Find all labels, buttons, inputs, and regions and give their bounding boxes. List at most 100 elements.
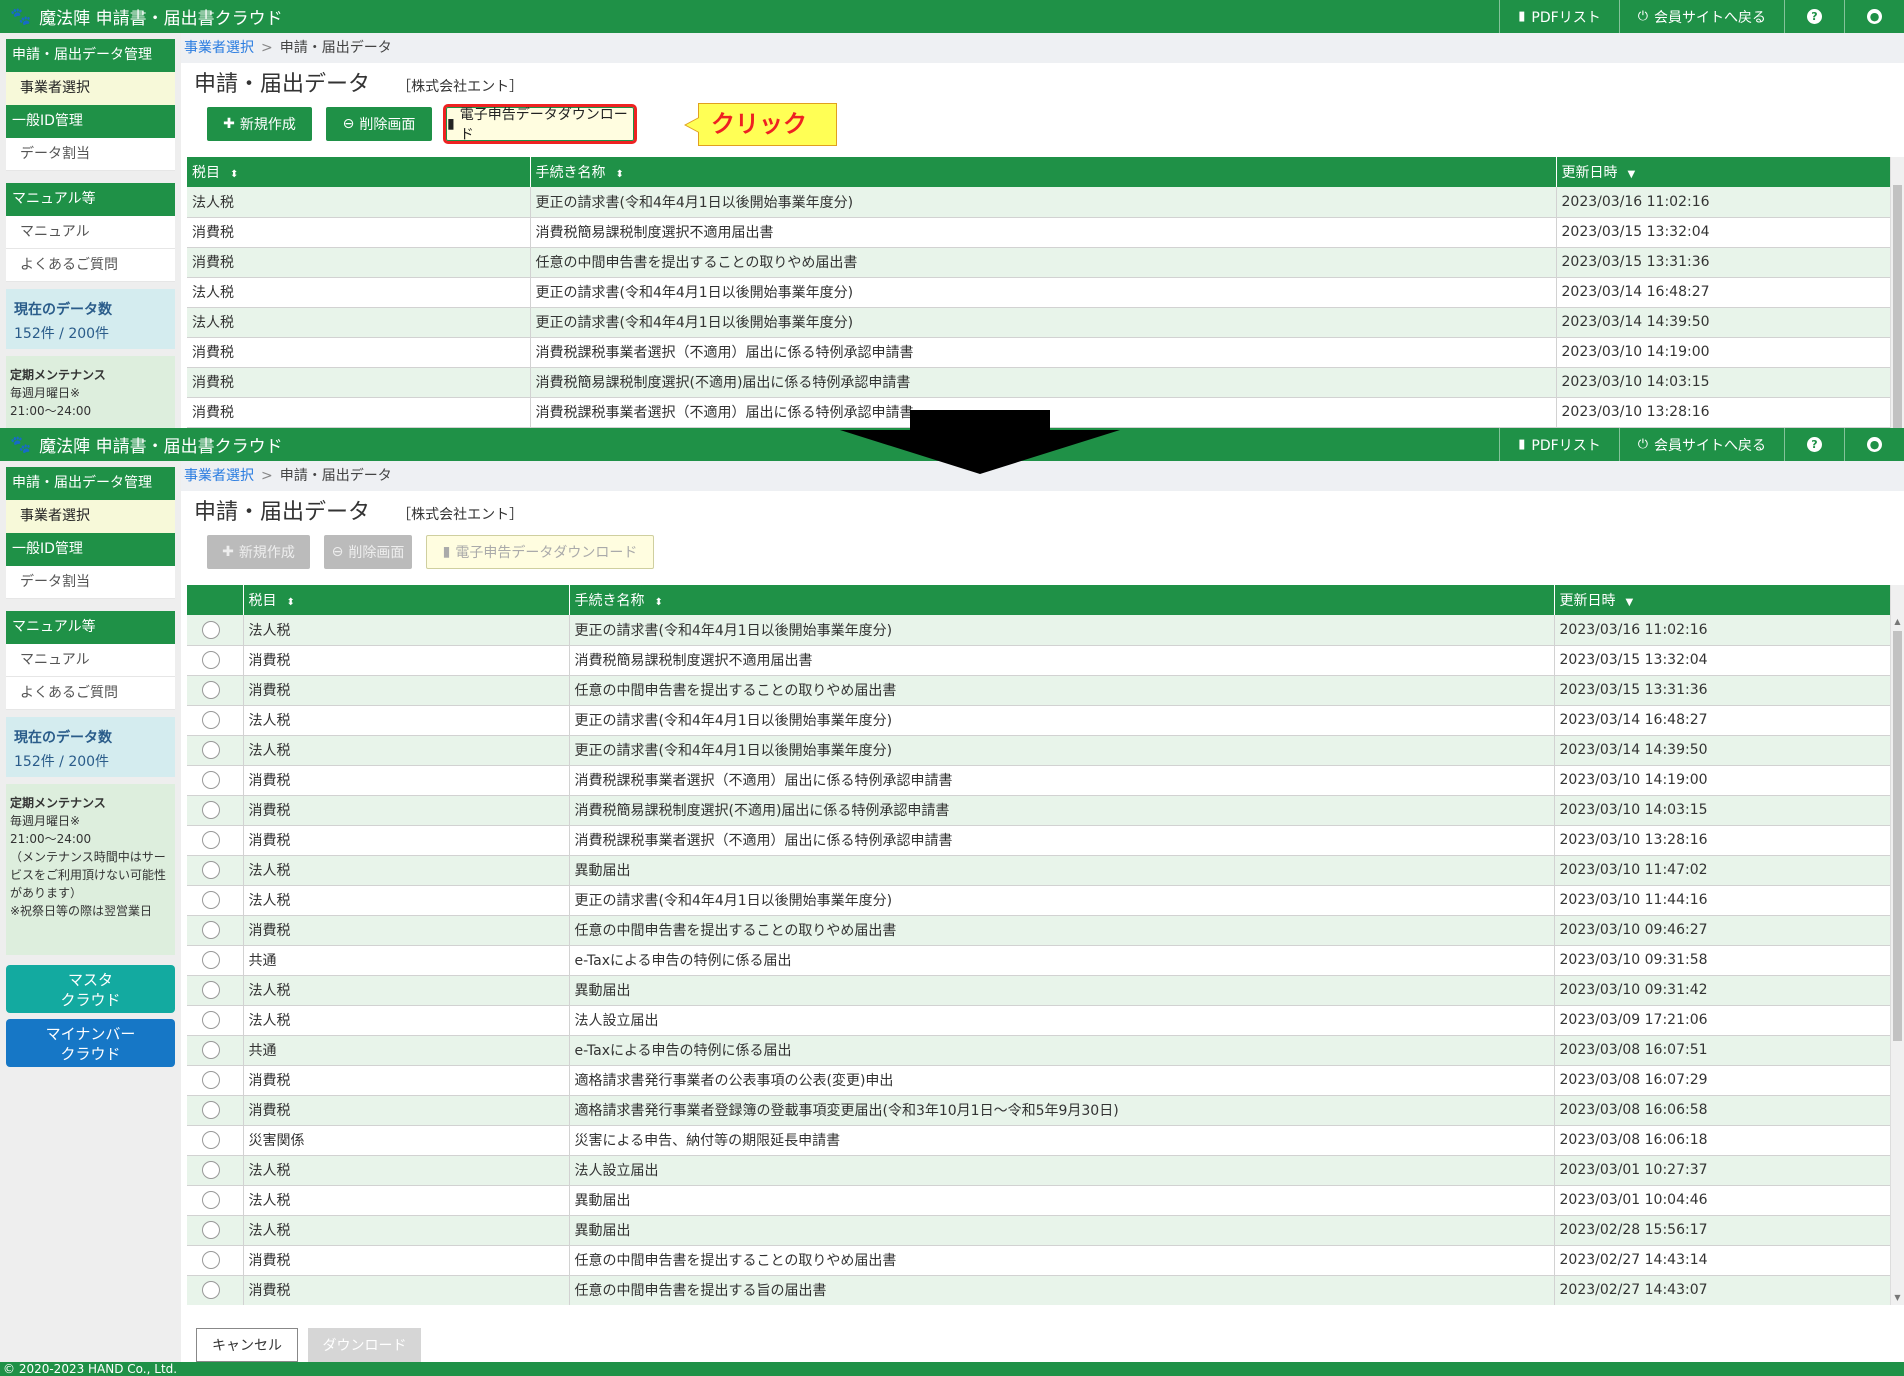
sidebar-data-assign[interactable]: データ割当 (6, 566, 175, 599)
table-row[interactable]: 消費税 消費税簡易課税制度選択(不適用)届出に係る特例承認申請書 2023/03/1… (187, 795, 1890, 826)
table-row[interactable]: 法人税 法人設立届出 2023/03/09 17:21:06 (187, 1005, 1890, 1036)
member-site-link[interactable]: ⏻ 会員サイトへ戻る (1618, 0, 1784, 33)
table-row[interactable]: 共通 e-Taxによる申告の特例に係る届出 2023/03/10 09:31:58 (187, 945, 1890, 976)
table-row[interactable]: 消費税 消費税簡易課税制度選択(不適用)届出に係る特例承認申請書 2023/03/1… (187, 367, 1890, 398)
header-updated[interactable]: 更新日時 ▼ (1556, 157, 1890, 187)
cancel-button[interactable]: キャンセル (196, 1328, 298, 1362)
pdf-list-link[interactable]: ▮ PDFリスト (1499, 0, 1618, 33)
sidebar-select-business[interactable]: 事業者選択 (6, 500, 175, 533)
sidebar-select-business[interactable]: 事業者選択 (6, 72, 175, 105)
table-row[interactable]: 消費税 任意の中間申告書を提出することの取りやめ届出書 2023/03/15 13:… (187, 247, 1890, 278)
table-row[interactable]: 災害関係 災害による申告、納付等の期限延長申請書 2023/03/08 16:06:… (187, 1125, 1890, 1156)
sidebar-data-mgmt[interactable]: 申請・届出データ管理 (6, 467, 175, 500)
row-radio[interactable] (202, 861, 220, 879)
table-row[interactable]: 消費税 適格請求書発行事業者登録簿の登載事項変更届出(令和3年10月1日～令和5年… (187, 1095, 1890, 1126)
row-radio[interactable] (202, 1101, 220, 1119)
sort-icon[interactable]: ⬍ (616, 169, 624, 180)
delete-screen-button[interactable]: ⊖ 削除画面 (324, 535, 412, 569)
header-tax[interactable]: 税目 ⬍ (187, 157, 531, 187)
table-row[interactable]: 法人税 更正の請求書(令和4年4月1日以後開始事業年度分) 2023/03/16 1… (187, 615, 1890, 646)
header-procedure[interactable]: 手続き名称 ⬍ (530, 157, 1557, 187)
table-scrollbar[interactable]: ▲ ▼ (1890, 585, 1904, 1305)
download-button[interactable]: ダウンロード (308, 1328, 421, 1362)
table-row[interactable]: 消費税 消費税簡易課税制度選択不適用届出書 2023/03/15 13:32:04 (187, 217, 1890, 248)
e-filing-download-button[interactable]: ▮ 電子申告データダウンロード (426, 535, 654, 569)
scroll-down-arrow[interactable]: ▼ (1891, 1291, 1904, 1305)
table-scrollbar[interactable] (1890, 157, 1904, 428)
row-radio[interactable] (202, 981, 220, 999)
row-radio[interactable] (202, 801, 220, 819)
row-radio[interactable] (202, 1131, 220, 1149)
sort-desc-icon[interactable]: ▼ (1628, 169, 1636, 180)
table-row[interactable]: 消費税 任意の中間申告書を提出する旨の届出書 2023/02/27 14:43:07 (187, 1275, 1890, 1305)
table-row[interactable]: 消費税 任意の中間申告書を提出することの取りやめ届出書 2023/03/15 13:… (187, 675, 1890, 706)
sidebar-general-id[interactable]: 一般ID管理 (6, 533, 175, 566)
row-radio[interactable] (202, 891, 220, 909)
sidebar-faq[interactable]: よくあるご質問 (6, 249, 175, 282)
sidebar-faq[interactable]: よくあるご質問 (6, 677, 175, 710)
user-button[interactable]: ● (1844, 0, 1904, 33)
new-button[interactable]: ✚ 新規作成 (207, 107, 312, 141)
sidebar-manual[interactable]: マニュアル (6, 644, 175, 677)
table-row[interactable]: 消費税 任意の中間申告書を提出することの取りやめ届出書 2023/03/10 09:… (187, 915, 1890, 946)
table-row[interactable]: 法人税 更正の請求書(令和4年4月1日以後開始事業年度分) 2023/03/14 1… (187, 705, 1890, 736)
mynumber-cloud-button[interactable]: マイナンバー クラウド (6, 1019, 175, 1067)
row-radio[interactable] (202, 1251, 220, 1269)
sort-icon[interactable]: ⬍ (230, 169, 238, 180)
new-button[interactable]: ✚ 新規作成 (207, 535, 310, 569)
header-updated[interactable]: 更新日時 ▼ (1554, 585, 1890, 615)
sidebar-data-mgmt[interactable]: 申請・届出データ管理 (6, 39, 175, 72)
table-row[interactable]: 消費税 消費税課税事業者選択（不適用）届出に係る特例承認申請書 2023/03/10… (187, 825, 1890, 856)
sidebar-general-id[interactable]: 一般ID管理 (6, 105, 175, 138)
table-row[interactable]: 法人税 更正の請求書(令和4年4月1日以後開始事業年度分) 2023/03/14 1… (187, 307, 1890, 338)
sort-desc-icon[interactable]: ▼ (1626, 597, 1634, 608)
breadcrumb-link[interactable]: 事業者選択 (184, 40, 254, 56)
table-row[interactable]: 法人税異動届出2023/03/10 11:47:02 (187, 855, 1890, 886)
table-row[interactable]: 消費税 任意の中間申告書を提出することの取りやめ届出書 2023/02/27 14:… (187, 1245, 1890, 1276)
row-radio[interactable] (202, 921, 220, 939)
table-row[interactable]: 法人税 更正の請求書(令和4年4月1日以後開始事業年度分) 2023/03/14 1… (187, 277, 1890, 308)
row-radio[interactable] (202, 1281, 220, 1299)
delete-screen-button[interactable]: ⊖ 削除画面 (326, 107, 432, 141)
table-row[interactable]: 共通 e-Taxによる申告の特例に係る届出 2023/03/08 16:07:51 (187, 1035, 1890, 1066)
user-button[interactable]: ● (1844, 428, 1904, 461)
table-row[interactable]: 消費税 適格請求書発行事業者の公表事項の公表(変更)申出 2023/03/08 16… (187, 1065, 1890, 1096)
header-procedure[interactable]: 手続き名称 ⬍ (569, 585, 1555, 615)
table-row[interactable]: 消費税 消費税簡易課税制度選択不適用届出書 2023/03/15 13:32:04 (187, 645, 1890, 676)
row-radio[interactable] (202, 1071, 220, 1089)
row-radio[interactable] (202, 771, 220, 789)
header-tax[interactable]: 税目 ⬍ (243, 585, 570, 615)
row-radio[interactable] (202, 831, 220, 849)
table-row[interactable]: 法人税 更正の請求書(令和4年4月1日以後開始事業年度分) 2023/03/16 1… (187, 187, 1890, 218)
breadcrumb-link[interactable]: 事業者選択 (184, 468, 254, 484)
table-row[interactable]: 法人税 更正の請求書(令和4年4月1日以後開始事業年度分) 2023/03/10 1… (187, 885, 1890, 916)
table-row[interactable]: 法人税 異動届出 2023/03/10 09:31:42 (187, 975, 1890, 1006)
table-row[interactable]: 法人税 法人設立届出 2023/03/01 10:27:37 (187, 1155, 1890, 1186)
scroll-up-arrow[interactable]: ▲ (1891, 615, 1904, 629)
row-radio[interactable] (202, 1161, 220, 1179)
sidebar-data-assign[interactable]: データ割当 (6, 138, 175, 171)
pdf-list-link[interactable]: ▮ PDFリスト (1499, 428, 1618, 461)
sort-icon[interactable]: ⬍ (655, 597, 663, 608)
scrollbar-thumb[interactable] (1893, 631, 1902, 1041)
member-site-link[interactable]: ⏻ 会員サイトへ戻る (1618, 428, 1784, 461)
table-row[interactable]: 法人税 異動届出 2023/03/01 10:04:46 (187, 1185, 1890, 1216)
table-row[interactable]: 消費税 消費税課税事業者選択（不適用）届出に係る特例承認申請書 2023/03/10… (187, 337, 1890, 368)
row-radio[interactable] (202, 1011, 220, 1029)
sidebar-manual[interactable]: マニュアル (6, 216, 175, 249)
sort-icon[interactable]: ⬍ (287, 597, 295, 608)
table-row[interactable]: 法人税 異動届出 2023/02/28 15:56:17 (187, 1215, 1890, 1246)
scrollbar-thumb[interactable] (1893, 185, 1902, 428)
e-filing-download-button[interactable]: ▮ 電子申告データダウンロード (443, 104, 637, 144)
table-row[interactable]: 法人税 更正の請求書(令和4年4月1日以後開始事業年度分) 2023/03/14 1… (187, 735, 1890, 766)
row-radio[interactable] (202, 620, 220, 639)
table-row[interactable]: 消費税 消費税課税事業者選択（不適用）届出に係る特例承認申請書 2023/03/10… (187, 765, 1890, 796)
help-button[interactable]: ? (1784, 428, 1844, 461)
row-radio[interactable] (202, 951, 220, 969)
row-radio[interactable] (202, 1041, 220, 1059)
row-radio[interactable] (202, 741, 220, 759)
row-radio[interactable] (202, 711, 220, 729)
row-radio[interactable] (202, 1191, 220, 1209)
row-radio[interactable] (202, 1221, 220, 1239)
help-button[interactable]: ? (1784, 0, 1844, 33)
